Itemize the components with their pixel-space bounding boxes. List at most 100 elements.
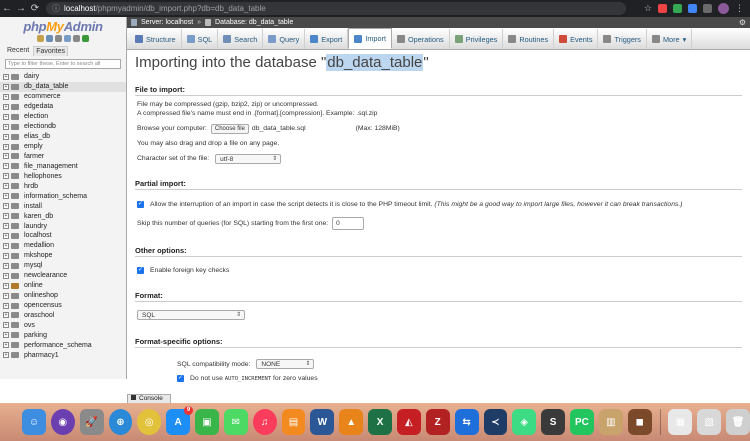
documents-dock-icon[interactable]: ▦: [668, 409, 693, 435]
logout-icon[interactable]: [46, 35, 53, 42]
acrobat-dock-icon[interactable]: ◭: [396, 409, 421, 435]
preview-dock-icon[interactable]: ▥: [598, 409, 623, 435]
tab-query[interactable]: Query: [263, 29, 306, 49]
expand-icon[interactable]: +: [3, 322, 9, 329]
database-item[interactable]: + pharmacy1: [0, 350, 126, 360]
database-item[interactable]: + farmer: [0, 152, 126, 162]
expand-icon[interactable]: +: [3, 93, 9, 100]
tab-privileges[interactable]: Privileges: [450, 29, 504, 49]
database-item[interactable]: + edgedata: [0, 102, 126, 112]
breadcrumb-database[interactable]: Database: db_data_table: [215, 19, 293, 26]
database-filter-input[interactable]: Type to filter these, Enter to search al…: [5, 59, 121, 69]
sublime-dock-icon[interactable]: S: [541, 409, 566, 435]
chrome-dock-icon[interactable]: ◎: [137, 409, 162, 435]
tab-import[interactable]: Import: [348, 28, 392, 49]
expand-icon[interactable]: +: [3, 203, 9, 210]
tab-operations[interactable]: Operations: [392, 29, 450, 49]
app-misc-dock-icon[interactable]: ◼: [627, 409, 652, 435]
expand-icon[interactable]: +: [3, 312, 9, 319]
extension-icon[interactable]: [658, 4, 667, 13]
gear-icon[interactable]: ⚙: [739, 18, 750, 27]
database-item[interactable]: + karen_db: [0, 211, 126, 221]
tab-events[interactable]: Events: [554, 29, 599, 49]
forward-icon[interactable]: →: [14, 0, 28, 17]
back-icon[interactable]: ←: [0, 0, 14, 17]
extension-icon[interactable]: [673, 4, 682, 13]
console-toggle[interactable]: Console: [127, 394, 171, 403]
format-select[interactable]: SQL ⇕: [137, 310, 245, 320]
database-item[interactable]: + performance_schema: [0, 340, 126, 350]
database-item[interactable]: + emply: [0, 142, 126, 152]
sql-docs-icon[interactable]: [64, 35, 71, 42]
filezilla-dock-icon[interactable]: Z: [425, 409, 450, 435]
expand-icon[interactable]: +: [3, 143, 9, 150]
database-item[interactable]: + medallion: [0, 241, 126, 251]
expand-icon[interactable]: +: [3, 153, 9, 160]
docs-icon[interactable]: [55, 35, 62, 42]
extension-icon[interactable]: [688, 4, 697, 13]
expand-icon[interactable]: +: [3, 282, 9, 289]
facetime-dock-icon[interactable]: ▣: [195, 409, 219, 435]
teamviewer-dock-icon[interactable]: ⇆: [454, 409, 479, 435]
downloads-dock-icon[interactable]: ▧: [697, 409, 722, 435]
settings-icon[interactable]: [73, 35, 80, 42]
tab-export[interactable]: Export: [305, 29, 349, 49]
expand-icon[interactable]: +: [3, 163, 9, 170]
android-studio-dock-icon[interactable]: ◈: [512, 409, 537, 435]
address-bar[interactable]: ⓘ localhost/phpmyadmin/db_import.php?db=…: [46, 2, 626, 15]
expand-icon[interactable]: +: [3, 103, 9, 110]
home-icon[interactable]: [37, 35, 44, 42]
expand-icon[interactable]: +: [3, 123, 9, 130]
compat-mode-select[interactable]: NONE ⇕: [256, 359, 315, 369]
database-item[interactable]: + laundry: [0, 221, 126, 231]
database-item[interactable]: + install: [0, 201, 126, 211]
reload-icon[interactable]: ⟳: [28, 0, 42, 17]
database-item[interactable]: + localhost: [0, 231, 126, 241]
tab-search[interactable]: Search: [218, 29, 264, 49]
database-item[interactable]: + oraschool: [0, 311, 126, 321]
database-item[interactable]: + online: [0, 281, 126, 291]
database-item[interactable]: + db_data_table: [0, 81, 126, 92]
tab-structure[interactable]: Structure: [130, 29, 182, 49]
breadcrumb-server[interactable]: Server: localhost: [141, 19, 193, 26]
database-item[interactable]: + mysql: [0, 261, 126, 271]
database-item[interactable]: + file_management: [0, 161, 126, 171]
database-item[interactable]: + election: [0, 112, 126, 122]
auto-increment-checkbox[interactable]: ✓: [177, 374, 184, 382]
expand-icon[interactable]: +: [3, 292, 9, 299]
trash-dock-icon[interactable]: 🗑: [726, 409, 750, 435]
expand-icon[interactable]: +: [3, 193, 9, 200]
word-dock-icon[interactable]: W: [310, 409, 335, 435]
tab-routines[interactable]: Routines: [503, 29, 555, 49]
expand-icon[interactable]: +: [3, 342, 9, 349]
choose-file-button[interactable]: Choose file: [210, 123, 249, 134]
info-icon[interactable]: ⓘ: [52, 3, 60, 14]
database-item[interactable]: + parking: [0, 330, 126, 340]
expand-icon[interactable]: +: [3, 133, 9, 140]
foreign-key-checkbox[interactable]: ✓: [137, 266, 144, 274]
expand-icon[interactable]: +: [3, 173, 9, 180]
expand-icon[interactable]: +: [3, 113, 9, 120]
vlc-dock-icon[interactable]: ▲: [339, 409, 364, 435]
phpmyadmin-logo[interactable]: phpMyAdmin: [0, 17, 126, 44]
app-store-dock-icon[interactable]: A9: [166, 406, 194, 435]
expand-icon[interactable]: +: [3, 183, 9, 190]
skip-queries-input[interactable]: 0: [332, 217, 365, 230]
reload-nav-icon[interactable]: [82, 35, 89, 42]
charset-select[interactable]: utf-8 ⇕: [215, 153, 282, 164]
expand-icon[interactable]: +: [3, 73, 9, 80]
database-item[interactable]: + information_schema: [0, 191, 126, 201]
bookmark-star-icon[interactable]: ☆: [644, 3, 652, 14]
excel-dock-icon[interactable]: X: [368, 409, 392, 435]
tab-more[interactable]: More ▾: [647, 29, 693, 49]
database-item[interactable]: + opencensus: [0, 301, 126, 311]
messages-dock-icon[interactable]: ✉: [223, 409, 248, 435]
expand-icon[interactable]: +: [3, 242, 9, 249]
siri-dock-icon[interactable]: ◉: [50, 409, 75, 435]
expand-icon[interactable]: +: [3, 332, 9, 339]
database-item[interactable]: + onlineshop: [0, 291, 126, 301]
database-item[interactable]: + mkshope: [0, 251, 126, 261]
expand-icon[interactable]: +: [3, 223, 9, 230]
launchpad-dock-icon[interactable]: 🚀: [79, 409, 104, 435]
allow-interrupt-checkbox[interactable]: ✓: [137, 200, 144, 208]
